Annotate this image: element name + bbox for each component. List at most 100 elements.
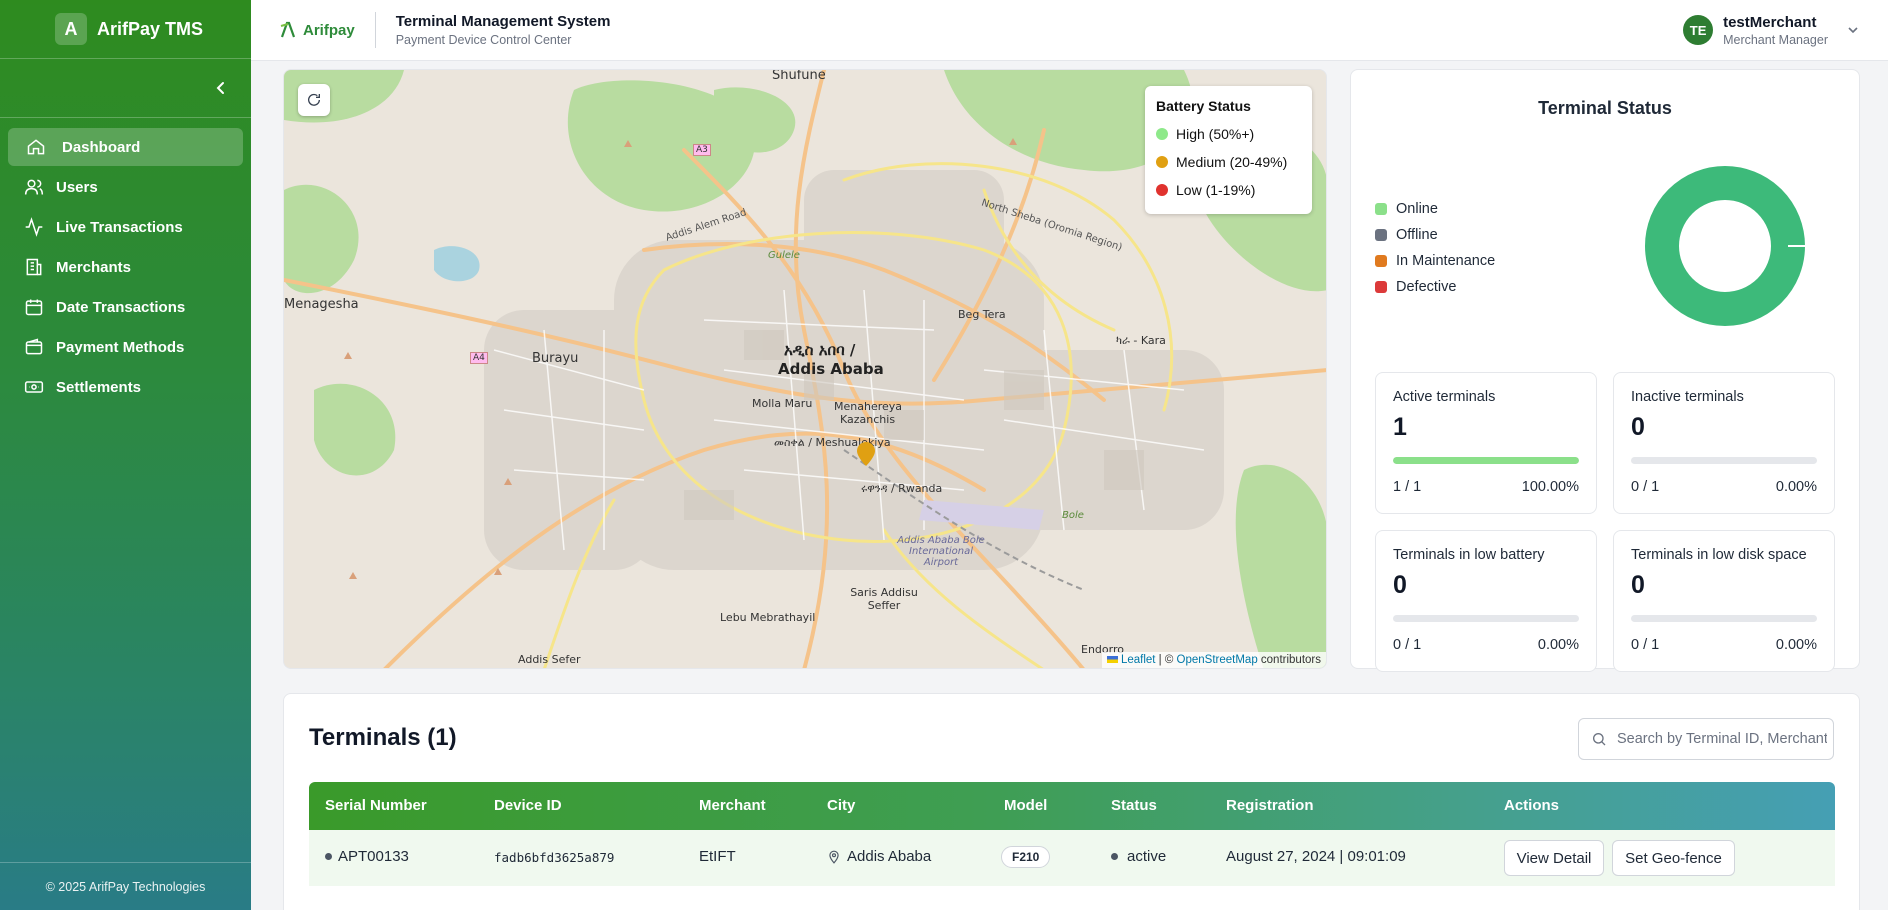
- map-pin-icon: [829, 850, 839, 864]
- table-row[interactable]: APT00133 fadb6bfd3625a879 EtIFT Addis Ab…: [309, 830, 1835, 886]
- battery-legend-label: Low (1-19%): [1176, 182, 1256, 198]
- terminals-title: Terminals (1): [309, 724, 457, 751]
- terminal-search[interactable]: [1578, 718, 1834, 760]
- cell-device-id: fadb6bfd3625a879: [494, 850, 615, 865]
- stat-value: 0: [1631, 571, 1645, 599]
- battery-legend-item: Medium (20-49%): [1156, 148, 1301, 176]
- battery-legend-title: Battery Status: [1156, 98, 1251, 114]
- status-legend-item[interactable]: Offline: [1375, 222, 1495, 248]
- serial-number: APT00133: [338, 848, 409, 865]
- map-label-a4: A4: [470, 352, 488, 364]
- sidebar-item-dashboard[interactable]: Dashboard: [8, 128, 243, 166]
- header-divider: [374, 12, 376, 48]
- map-label-saris: Saris Addisu Seffer: [850, 586, 918, 612]
- battery-high-dot: [1156, 128, 1168, 140]
- brand[interactable]: A ArifPay TMS: [0, 0, 251, 58]
- battery-legend-item: Low (1-19%): [1156, 176, 1301, 204]
- map-label-menagesha: Menagesha: [284, 297, 359, 312]
- terminal-status-donut[interactable]: [1643, 164, 1807, 328]
- header-logo[interactable]: Arifpay: [279, 20, 355, 40]
- sidebar-nav: Dashboard Users Live Transactions Mercha…: [0, 118, 251, 418]
- sidebar-item-label: Merchants: [56, 258, 132, 276]
- arifpay-logo-icon: [280, 21, 296, 38]
- cell-registration: August 27, 2024 | 09:01:09: [1226, 848, 1406, 865]
- stat-footer: 1 / 1 100.00%: [1393, 479, 1579, 495]
- stat-ratio: 0 / 1: [1631, 479, 1660, 495]
- stat-low-disk-space: Terminals in low disk space 0 0 / 1 0.00…: [1613, 530, 1835, 672]
- terminals-section: Terminals (1) Serial Number Device ID Me…: [283, 693, 1860, 910]
- battery-legend-item: High (50%+): [1156, 120, 1301, 148]
- sidebar-footer: © 2025 ArifPay Technologies: [0, 862, 251, 910]
- progress-fill: [1393, 457, 1579, 464]
- status-legend-label: Offline: [1396, 227, 1438, 243]
- battery-medium-dot: [1156, 156, 1168, 168]
- terminal-status-card: Terminal Status Online Offline In Mainte…: [1350, 69, 1860, 672]
- stat-percent: 100.00%: [1521, 479, 1579, 495]
- map-label-menahereya: Menahereya: [834, 400, 903, 413]
- cell-merchant: EtIFT: [699, 848, 736, 865]
- progress-bar: [1631, 615, 1817, 622]
- sidebar-item-payment-methods[interactable]: Payment Methods: [8, 328, 243, 366]
- progress-bar: [1393, 615, 1579, 622]
- sidebar-item-users[interactable]: Users: [8, 168, 243, 206]
- attribution-separator: | ©: [1155, 654, 1177, 666]
- sidebar-item-merchants[interactable]: Merchants: [8, 248, 243, 286]
- users-icon: [24, 177, 44, 197]
- battery-legend-label: Medium (20-49%): [1176, 154, 1288, 170]
- chevron-down-icon[interactable]: [1846, 23, 1860, 37]
- sidebar-item-date-transactions[interactable]: Date Transactions: [8, 288, 243, 326]
- map-label-beg-tera: Beg Tera: [958, 308, 1006, 321]
- page-subtitle: Payment Device Control Center: [395, 33, 572, 47]
- header-logo-text: Arifpay: [303, 21, 355, 39]
- user-menu[interactable]: TE testMerchant Merchant Manager: [1683, 14, 1860, 47]
- top-header: Arifpay Terminal Management System Payme…: [251, 0, 1888, 61]
- column-actions: Actions: [1504, 797, 1560, 814]
- map-label-molla-maru: Molla Maru: [752, 397, 813, 410]
- cell-serial: APT00133: [325, 848, 409, 865]
- column-device-id[interactable]: Device ID: [494, 797, 562, 814]
- banknote-icon: [24, 377, 44, 397]
- column-city[interactable]: City: [827, 797, 855, 814]
- stat-value: 0: [1631, 413, 1645, 441]
- status-text: active: [1127, 848, 1167, 865]
- set-geo-fence-button[interactable]: Set Geo-fence: [1612, 840, 1735, 876]
- status-legend-item[interactable]: Defective: [1375, 274, 1495, 300]
- terminal-marker-icon[interactable]: [857, 442, 875, 466]
- status-legend-item[interactable]: Online: [1375, 196, 1495, 222]
- map-label-burayu: Burayu: [532, 351, 579, 366]
- column-status[interactable]: Status: [1111, 797, 1157, 814]
- leaflet-link[interactable]: Leaflet: [1121, 654, 1156, 666]
- stat-footer: 0 / 1 0.00%: [1631, 479, 1817, 495]
- city-name: Addis Ababa: [847, 848, 932, 865]
- sidebar-item-live-transactions[interactable]: Live Transactions: [8, 208, 243, 246]
- stat-percent: 0.00%: [1775, 637, 1817, 653]
- row-status-dot: [325, 853, 332, 860]
- search-input[interactable]: [1617, 731, 1827, 747]
- stat-active-terminals: Active terminals 1 1 / 1 100.00%: [1375, 372, 1597, 514]
- terminal-map[interactable]: Shufune Menagesha Burayu Beg Tera አዲስ አበ…: [283, 69, 1327, 669]
- cell-city: Addis Ababa: [827, 848, 931, 865]
- column-registration[interactable]: Registration: [1226, 797, 1314, 814]
- home-icon: [26, 137, 46, 157]
- sidebar-item-settlements[interactable]: Settlements: [8, 368, 243, 406]
- map-label-gulele: Gulele: [768, 250, 800, 261]
- stat-footer: 0 / 1 0.00%: [1393, 637, 1579, 653]
- column-serial-number[interactable]: Serial Number: [325, 797, 427, 814]
- status-legend-label: Defective: [1396, 279, 1457, 295]
- stat-label: Active terminals: [1393, 389, 1496, 405]
- map-refresh-button[interactable]: [298, 84, 330, 116]
- status-legend-label: In Maintenance: [1396, 253, 1496, 269]
- sidebar-item-label: Users: [56, 178, 98, 196]
- stat-percent: 0.00%: [1537, 637, 1579, 653]
- map-label-kazanchis: Kazanchis: [840, 413, 896, 426]
- donut-segment-online[interactable]: [1645, 166, 1805, 326]
- osm-link[interactable]: OpenStreetMap: [1177, 654, 1258, 666]
- column-merchant[interactable]: Merchant: [699, 797, 766, 814]
- brand-name: ArifPay TMS: [97, 18, 204, 39]
- stat-label: Inactive terminals: [1631, 389, 1744, 405]
- status-legend-item[interactable]: In Maintenance: [1375, 248, 1495, 274]
- column-model[interactable]: Model: [1004, 797, 1047, 814]
- view-detail-button[interactable]: View Detail: [1504, 840, 1604, 876]
- map-label-rwanda: ሩዋንዳ / Rwanda: [861, 482, 943, 495]
- chevron-left-icon[interactable]: [213, 80, 229, 96]
